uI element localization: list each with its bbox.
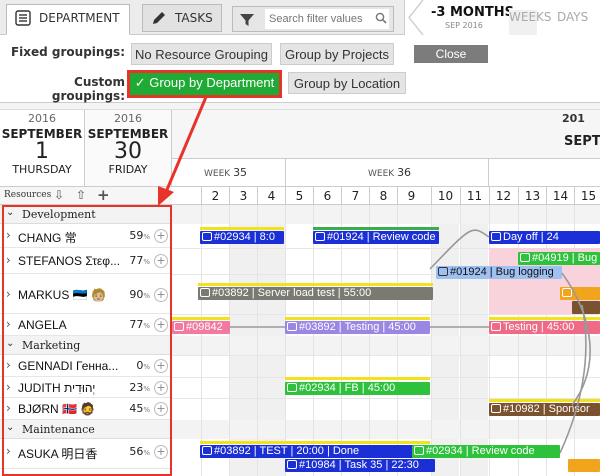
fixed-groupings-label: Fixed groupings: bbox=[10, 45, 125, 59]
start-year: 2016 bbox=[28, 112, 56, 125]
timeline-year: 201 bbox=[562, 112, 585, 125]
period-sub: SEP 2016 bbox=[445, 21, 483, 30]
grouping-panel: Fixed groupings: Custom groupings: No Re… bbox=[0, 35, 600, 103]
add-resource-icon[interactable]: + bbox=[97, 186, 110, 204]
day-cell: 4 bbox=[257, 187, 285, 205]
dependency-lines bbox=[230, 229, 591, 454]
close-button[interactable]: Close bbox=[414, 45, 488, 63]
top-toolbar: DEPARTMENT TASKS -3 MONTHS SEP 2016 WEEK… bbox=[0, 0, 600, 281]
resources-title: Resources bbox=[4, 190, 52, 200]
week-number: 35 bbox=[233, 166, 248, 179]
day-cell: 2 bbox=[201, 187, 229, 205]
period-selector: -3 MONTHS SEP 2016 WEEKS DAYS bbox=[404, 0, 600, 281]
days-button[interactable]: DAYS bbox=[557, 10, 588, 24]
search-icon[interactable] bbox=[375, 12, 387, 24]
schedule-grid: #02934 | 8:0 #01924 | Review code Day of… bbox=[172, 205, 600, 476]
day-cell: 11 bbox=[460, 187, 488, 205]
week-prefix: WEEK bbox=[368, 169, 395, 179]
start-weekday: THURSDAY bbox=[12, 163, 72, 176]
search-input[interactable] bbox=[265, 9, 389, 29]
start-date[interactable]: 2016 SEPTEMBER 1 THURSDAY bbox=[0, 110, 85, 186]
panel-divider bbox=[0, 103, 600, 110]
day-cell: 6 bbox=[313, 187, 341, 205]
highlight-frame bbox=[2, 205, 172, 476]
group-by-department-button[interactable]: ✓ Group by Department bbox=[127, 70, 282, 98]
pencil-icon bbox=[153, 12, 165, 24]
list-icon bbox=[15, 10, 31, 26]
day-cell: 3 bbox=[229, 187, 257, 205]
end-date[interactable]: 2016 SEPTEMBER 30 FRIDAY bbox=[85, 110, 172, 186]
no-resource-grouping-button[interactable]: No Resource Grouping bbox=[131, 43, 272, 65]
resources-header: Resources ⇩ ⇧ + bbox=[0, 186, 172, 205]
group-by-projects-button[interactable]: Group by Projects bbox=[280, 43, 394, 65]
tab-tasks-label: TASKS bbox=[175, 11, 213, 25]
week-number: 36 bbox=[397, 166, 412, 179]
end-day: 30 bbox=[114, 139, 142, 164]
week-row: WEEK 35 WEEK 36 bbox=[172, 158, 600, 187]
filter-icon[interactable] bbox=[239, 12, 255, 28]
end-weekday: FRIDAY bbox=[108, 163, 148, 176]
week-label: WEEK 36 bbox=[368, 166, 411, 179]
timeline-month: SEPT bbox=[564, 134, 600, 149]
day-cell: 8 bbox=[369, 187, 397, 205]
arrow-left-icon[interactable] bbox=[405, 0, 425, 35]
end-year: 2016 bbox=[114, 112, 142, 125]
week-label: WEEK 35 bbox=[204, 166, 247, 179]
day-cell: 10 bbox=[431, 187, 459, 205]
day-cell: 9 bbox=[397, 187, 425, 205]
week-prefix: WEEK bbox=[204, 169, 231, 179]
group-by-location-button[interactable]: Group by Location bbox=[288, 72, 406, 94]
tab-department-label: DEPARTMENT bbox=[39, 11, 120, 25]
day-cell: 12 bbox=[489, 187, 517, 205]
day-cell: 15 bbox=[574, 187, 600, 205]
period-label[interactable]: -3 MONTHS bbox=[431, 5, 514, 20]
tab-tasks[interactable]: TASKS bbox=[142, 4, 222, 32]
search-filter bbox=[232, 6, 394, 32]
day-cell: 7 bbox=[341, 187, 369, 205]
day-cell: 14 bbox=[546, 187, 574, 205]
day-row: 2 3 4 5 6 7 8 9 10 11 12 13 14 15 bbox=[172, 186, 600, 205]
expand-all-icon[interactable]: ⇧ bbox=[76, 188, 86, 202]
start-day: 1 bbox=[35, 139, 49, 164]
tab-department[interactable]: DEPARTMENT bbox=[6, 4, 130, 35]
collapse-all-icon[interactable]: ⇩ bbox=[54, 188, 64, 202]
day-cell: 5 bbox=[285, 187, 313, 205]
custom-groupings-label: Custom groupings: bbox=[51, 75, 125, 103]
day-cell: 13 bbox=[518, 187, 546, 205]
